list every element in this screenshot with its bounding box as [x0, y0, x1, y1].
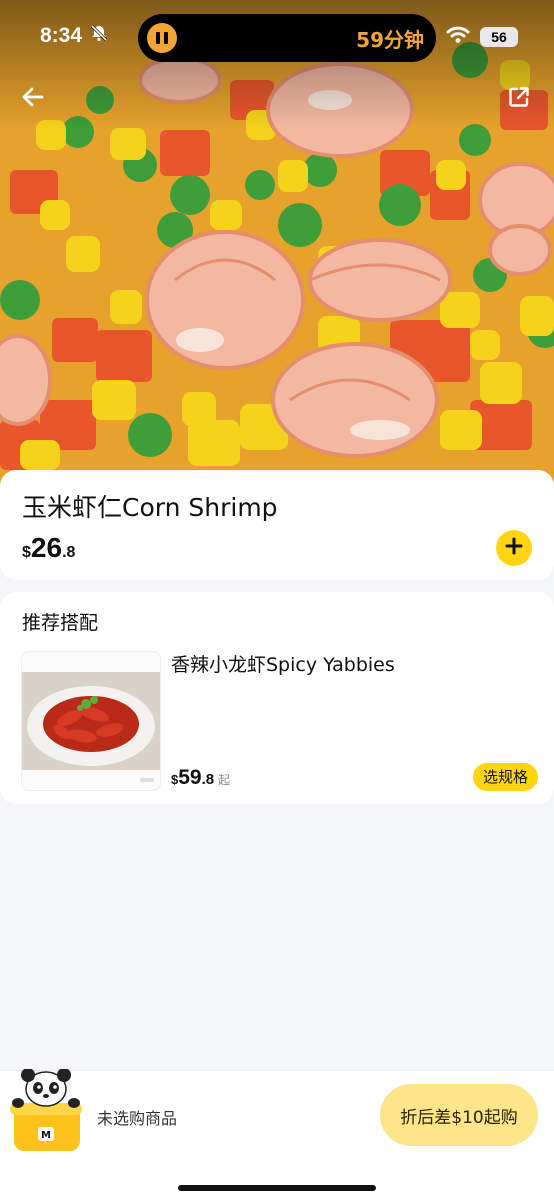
cart-status-text: 未选购商品 [97, 1109, 178, 1128]
home-indicator[interactable] [178, 1185, 376, 1191]
add-to-cart-button[interactable] [496, 530, 532, 566]
recommend-item-name[interactable]: 香辣小龙虾Spicy Yabbies [171, 650, 395, 677]
share-icon [507, 85, 531, 113]
recommend-price-currency: $ [171, 772, 179, 787]
recommend-price-decimal: .8 [201, 771, 215, 788]
product-title: 玉米虾仁Corn Shrimp [22, 493, 278, 522]
plus-icon [505, 537, 523, 559]
checkout-button[interactable]: 折后差$10起购 [380, 1084, 538, 1146]
svg-text:M: M [41, 1130, 51, 1141]
recommend-section: 推荐搭配 香辣小龙虾Spicy Yabbies $59.8 起 选规格 [0, 592, 554, 804]
battery-indicator: 56 [480, 27, 518, 47]
wifi-icon [446, 26, 470, 48]
dynamic-island[interactable]: 59分钟 [138, 14, 436, 62]
price-currency-symbol: $ [22, 544, 31, 561]
share-button[interactable] [504, 84, 534, 114]
recommend-price-from-label: 起 [218, 773, 231, 787]
product-info-card: 玉米虾仁Corn Shrimp $26.8 [0, 470, 554, 580]
cart-icon[interactable]: M [8, 1068, 84, 1155]
price-integer: 26 [30, 532, 63, 563]
recommend-price-integer: 59 [178, 766, 202, 789]
bell-slash-icon [90, 24, 108, 48]
recommend-item-price: $59.8 起 [171, 766, 230, 790]
pause-icon [147, 23, 177, 53]
price-decimal: .8 [62, 544, 76, 561]
island-timer-text: 59分钟 [356, 28, 424, 52]
arrow-left-icon [20, 84, 46, 114]
status-bar-time: 8:34 [40, 24, 108, 48]
product-hero-image [0, 0, 554, 490]
status-indicators: 56 [446, 26, 518, 48]
select-spec-button[interactable]: 选规格 [472, 763, 538, 791]
product-price: $26.8 [22, 532, 75, 564]
cart-bar: M 未选购商品 折后差$10起购 [0, 1068, 554, 1201]
recommend-item-thumbnail[interactable] [21, 651, 161, 791]
back-button[interactable] [18, 84, 48, 114]
status-time-text: 8:34 [40, 24, 83, 47]
recommend-heading: 推荐搭配 [22, 612, 99, 634]
